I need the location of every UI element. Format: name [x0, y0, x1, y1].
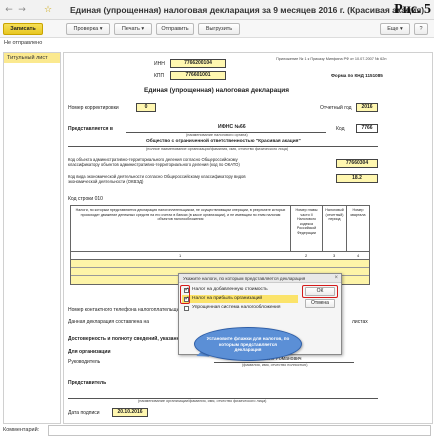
line010-label: Код строки 010 [68, 196, 103, 202]
print-button[interactable]: Печать ▾ [114, 23, 152, 35]
checkbox-usn[interactable] [184, 305, 189, 311]
cancel-button[interactable]: Отмена [305, 299, 335, 308]
submitted-label: Представляется в [68, 126, 113, 132]
toolbar: Записать Проверка ▾ Печать ▾ Отправить В… [0, 20, 434, 38]
more-button[interactable]: Еще ▾ [380, 23, 410, 35]
col-taxes: Налоги, по которым представляется деклар… [71, 206, 291, 252]
period-label: Отчетный год [320, 105, 352, 111]
dialog-title: Укажите налоги, по которым представляетс… [179, 274, 341, 283]
title-bar: ← → ☆ Единая (упрощенная) налоговая декл… [0, 0, 434, 20]
forward-icon[interactable]: → [16, 4, 28, 16]
period-field[interactable]: 2016 [356, 103, 378, 112]
appendix-note: Приложение № 1 к Приказу Минфина РФ от 1… [276, 57, 387, 61]
col-num-2: 2 [305, 253, 308, 258]
ok-highlight [302, 285, 338, 298]
head-hint: (фамилия, имя, отчество полностью) [242, 363, 308, 367]
okved-label: Код вида экономической деятельности согл… [68, 174, 246, 184]
option-vat-label: Налог на добавленную стоимость [192, 287, 268, 292]
rep-label: Представитель [68, 380, 107, 386]
inn-label: ИНН [154, 61, 165, 67]
date-label: Дата подписи [68, 410, 100, 416]
star-icon[interactable]: ☆ [42, 4, 54, 16]
kpp-label: КПП [154, 73, 165, 79]
option-usn[interactable]: Упрощенная система налогообложения [182, 304, 298, 312]
head-label: Руководитель [68, 359, 101, 365]
sheet-navigator: Титульный лист [3, 52, 61, 424]
record-button[interactable]: Записать [3, 23, 43, 35]
correction-label: Номер корректировки [68, 105, 119, 111]
code-label: Код [336, 126, 345, 132]
option-profit-tax[interactable]: Налог на прибыль организаций [182, 295, 298, 303]
sheets-label: листах [352, 319, 368, 325]
send-button[interactable]: Отправить [156, 23, 194, 35]
for-org-label: Для организации [68, 349, 111, 355]
okato-field[interactable]: 77660304 [336, 159, 378, 168]
col-period: Налоговый (отчетный) период [323, 206, 347, 252]
rep-hint: (наименование организации/фамилия, имя, … [138, 399, 267, 403]
inn-field[interactable]: 7766200104 [170, 59, 226, 68]
org-hint: (полное наименование организации/фамилия… [146, 147, 289, 151]
instruction-callout: Установите флажки для налогов, по которы… [194, 327, 302, 361]
option-vat[interactable]: Налог на добавленную стоимость [182, 286, 298, 294]
upload-button[interactable]: Выгрузить [198, 23, 240, 35]
tax-office-hint: (наименование налогового органа) [186, 133, 248, 137]
okved-field[interactable]: 18.2 [336, 174, 378, 183]
declaration-heading: Единая (упрощенная) налоговая декларация [144, 87, 290, 94]
window-title: Единая (упрощенная) налоговая декларация… [70, 5, 425, 15]
tax-office-value[interactable]: ИФНС №66 [218, 124, 246, 130]
table-header: Налоги, по которым представляется деклар… [71, 206, 369, 252]
col-num-1: 1 [179, 253, 182, 258]
table-col-numbers: 1 2 3 4 [71, 252, 369, 260]
code-field[interactable]: 7766 [356, 124, 378, 133]
option-profit-tax-label: Налог на прибыль организаций [192, 296, 263, 301]
check-button[interactable]: Проверка ▾ [66, 23, 110, 35]
figure-label: Рис. 5 [394, 2, 431, 17]
phone-label: Номер контактного телефона налогоплатель… [68, 307, 185, 313]
status-text: Не отправлено [4, 40, 43, 46]
decl-pages-label: Данная декларация составлена на [68, 319, 150, 325]
close-icon[interactable]: × [334, 274, 338, 283]
table-row[interactable] [71, 260, 369, 268]
col-chapter: Номер главы части II Налогового кодекса … [291, 206, 323, 252]
checkbox-highlight [180, 285, 190, 304]
comment-input[interactable] [48, 425, 431, 436]
date-field[interactable]: 20.10.2016 [112, 408, 148, 417]
col-num-4: 4 [357, 253, 360, 258]
option-usn-label: Упрощенная система налогообложения [192, 305, 281, 310]
form-code: Форма по КНД 1151085 [331, 73, 383, 78]
org-name[interactable]: Общество с ограниченной ответственностью… [146, 139, 301, 144]
comment-label: Комментарий: [3, 427, 40, 433]
nav-item-title-page[interactable]: Титульный лист [4, 53, 60, 63]
declaration-form: Приложение № 1 к Приказу Минфина РФ от 1… [63, 52, 433, 424]
correction-field[interactable]: 0 [136, 103, 156, 112]
help-button[interactable]: ? [414, 23, 428, 35]
back-icon[interactable]: ← [3, 4, 15, 16]
okato-label: Код объекта административно-территориаль… [68, 157, 240, 167]
kpp-field[interactable]: 776601001 [170, 71, 226, 80]
col-quarter: Номер квартала [350, 208, 366, 217]
col-num-3: 3 [333, 253, 336, 258]
